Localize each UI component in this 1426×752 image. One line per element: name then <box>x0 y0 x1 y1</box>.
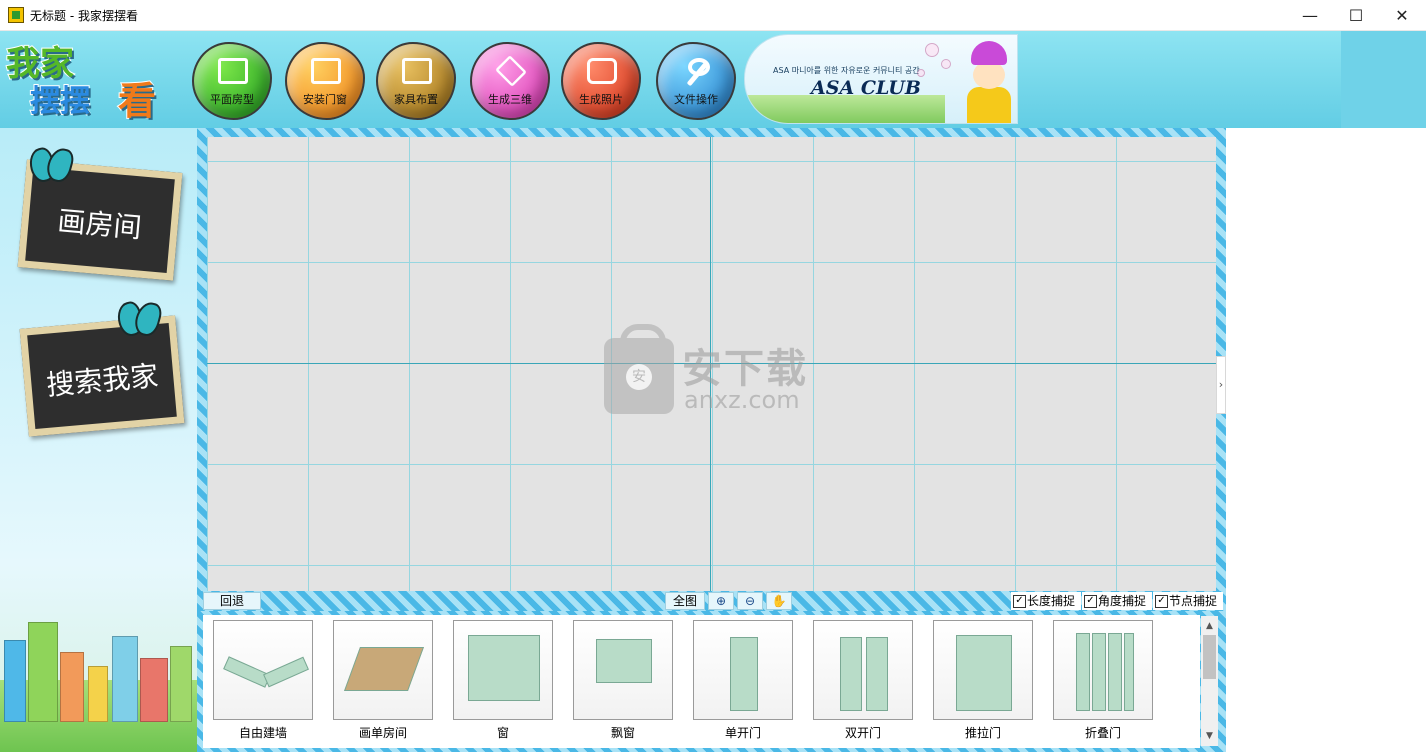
city-decoration <box>0 592 197 752</box>
palette-item-double-door[interactable]: 双开门 <box>813 620 913 744</box>
zoom-in-icon[interactable]: ⊕ <box>708 592 734 610</box>
furniture-icon <box>402 58 432 84</box>
logo-text-2: 摆摆 <box>29 83 91 120</box>
app-icon <box>8 7 24 23</box>
tool-label: 安装门窗 <box>303 93 347 106</box>
floorplan-tool-button[interactable]: 平面房型 <box>192 42 272 120</box>
palette-item-label: 折叠门 <box>1084 726 1121 740</box>
window-thumbnail <box>453 620 553 720</box>
camera-icon <box>587 58 617 84</box>
top-banner-right <box>1341 31 1426 128</box>
search-home-label: 搜索我家 <box>45 359 160 402</box>
palette-item-single-door[interactable]: 单开门 <box>693 620 793 744</box>
palette-item-single-room[interactable]: 画单房间 <box>333 620 433 744</box>
cube-icon <box>495 55 527 87</box>
app-logo: 我家 摆摆 看 <box>5 36 181 124</box>
girl-illustration-icon <box>963 39 1015 123</box>
palette-item-label: 画单房间 <box>358 726 407 740</box>
generate-photo-tool-button[interactable]: 生成照片 <box>561 42 641 120</box>
floorplan-icon <box>218 58 248 84</box>
ad-title: ASA CLUB <box>811 77 921 99</box>
butterfly-icon <box>30 148 70 178</box>
double-door-thumbnail <box>813 620 913 720</box>
palette-item-label: 飘窗 <box>610 726 635 740</box>
folding-door-thumbnail <box>1053 620 1153 720</box>
node-snap-checkbox[interactable]: 节点捕捉 <box>1153 592 1223 610</box>
undo-button[interactable]: 回退 <box>203 592 261 610</box>
tool-label: 生成照片 <box>579 93 623 106</box>
palette-item-folding-door[interactable]: 折叠门 <box>1053 620 1153 744</box>
logo-text-3: 看 <box>117 78 157 124</box>
zoom-out-icon[interactable]: ⊖ <box>737 592 763 610</box>
close-button[interactable]: ✕ <box>1379 0 1425 31</box>
bay-window-thumbnail <box>573 620 673 720</box>
tool-label: 家具布置 <box>394 93 438 106</box>
search-home-button[interactable]: 搜索我家 <box>19 315 185 437</box>
watermark-bag-char: 安 <box>626 364 652 390</box>
scroll-up-arrow-icon[interactable]: ▲ <box>1201 618 1218 634</box>
ad-tagline: ASA 마니아를 위한 자유로운 커뮤니티 공간 <box>773 66 920 75</box>
palette-item-label: 双开门 <box>844 726 881 740</box>
fit-view-button[interactable]: 全图 <box>665 592 705 610</box>
length-snap-checkbox[interactable]: 长度捕捉 <box>1011 592 1081 610</box>
watermark: 安 安下载 anxz.com <box>604 324 824 416</box>
app-window: 无标题 - 我家摆摆看 — ☐ ✕ 我家 摆摆 看 平面房型 安装门窗 家具布置… <box>0 0 1426 752</box>
palette-item-bay-window[interactable]: 飘窗 <box>573 620 673 744</box>
pan-hand-icon[interactable]: ✋ <box>766 592 792 610</box>
palette-item-free-wall[interactable]: 自由建墙 <box>213 620 313 744</box>
title-bar: 无标题 - 我家摆摆看 — ☐ ✕ <box>0 0 1426 31</box>
palette-item-label: 窗 <box>496 726 509 740</box>
sliding-door-thumbnail <box>933 620 1033 720</box>
maximize-button[interactable]: ☐ <box>1333 0 1379 31</box>
single-room-thumbnail <box>333 620 433 720</box>
door-window-icon <box>311 58 341 84</box>
palette-item-label: 推拉门 <box>964 726 1001 740</box>
palette-item-sliding-door[interactable]: 推拉门 <box>933 620 1033 744</box>
single-door-thumbnail <box>693 620 793 720</box>
scrollbar-thumb[interactable] <box>1203 635 1216 679</box>
bubble-icon <box>941 59 951 69</box>
free-wall-thumbnail <box>213 620 313 720</box>
palette-item-window[interactable]: 窗 <box>453 620 553 744</box>
window-title: 无标题 - 我家摆摆看 <box>30 9 138 23</box>
bubble-icon <box>925 43 939 57</box>
tool-label: 平面房型 <box>210 93 254 106</box>
butterfly-icon <box>118 302 158 332</box>
scroll-down-arrow-icon[interactable]: ▼ <box>1201 728 1218 744</box>
angle-snap-checkbox[interactable]: 角度捕捉 <box>1082 592 1152 610</box>
file-operations-tool-button[interactable]: 文件操作 <box>656 42 736 120</box>
draw-room-label: 画房间 <box>56 204 143 245</box>
palette-item-label: 自由建墙 <box>238 726 287 740</box>
watermark-url: anxz.com <box>684 386 800 414</box>
bag-icon: 安 <box>604 324 674 414</box>
wrench-icon <box>682 58 712 88</box>
ad-grass <box>745 95 945 123</box>
tool-label: 生成三维 <box>488 93 532 106</box>
furniture-tool-button[interactable]: 家具布置 <box>376 42 456 120</box>
doors-windows-tool-button[interactable]: 安装门窗 <box>285 42 365 120</box>
ad-banner[interactable]: ASA 마니아를 위한 자유로운 커뮤니티 공간 ASA CLUB <box>744 34 1018 124</box>
palette-item-label: 单开门 <box>724 726 761 740</box>
generate-3d-tool-button[interactable]: 生成三维 <box>470 42 550 120</box>
collapse-panel-button[interactable]: › <box>1216 356 1226 414</box>
tool-label: 文件操作 <box>674 93 718 106</box>
minimize-button[interactable]: — <box>1287 0 1333 31</box>
